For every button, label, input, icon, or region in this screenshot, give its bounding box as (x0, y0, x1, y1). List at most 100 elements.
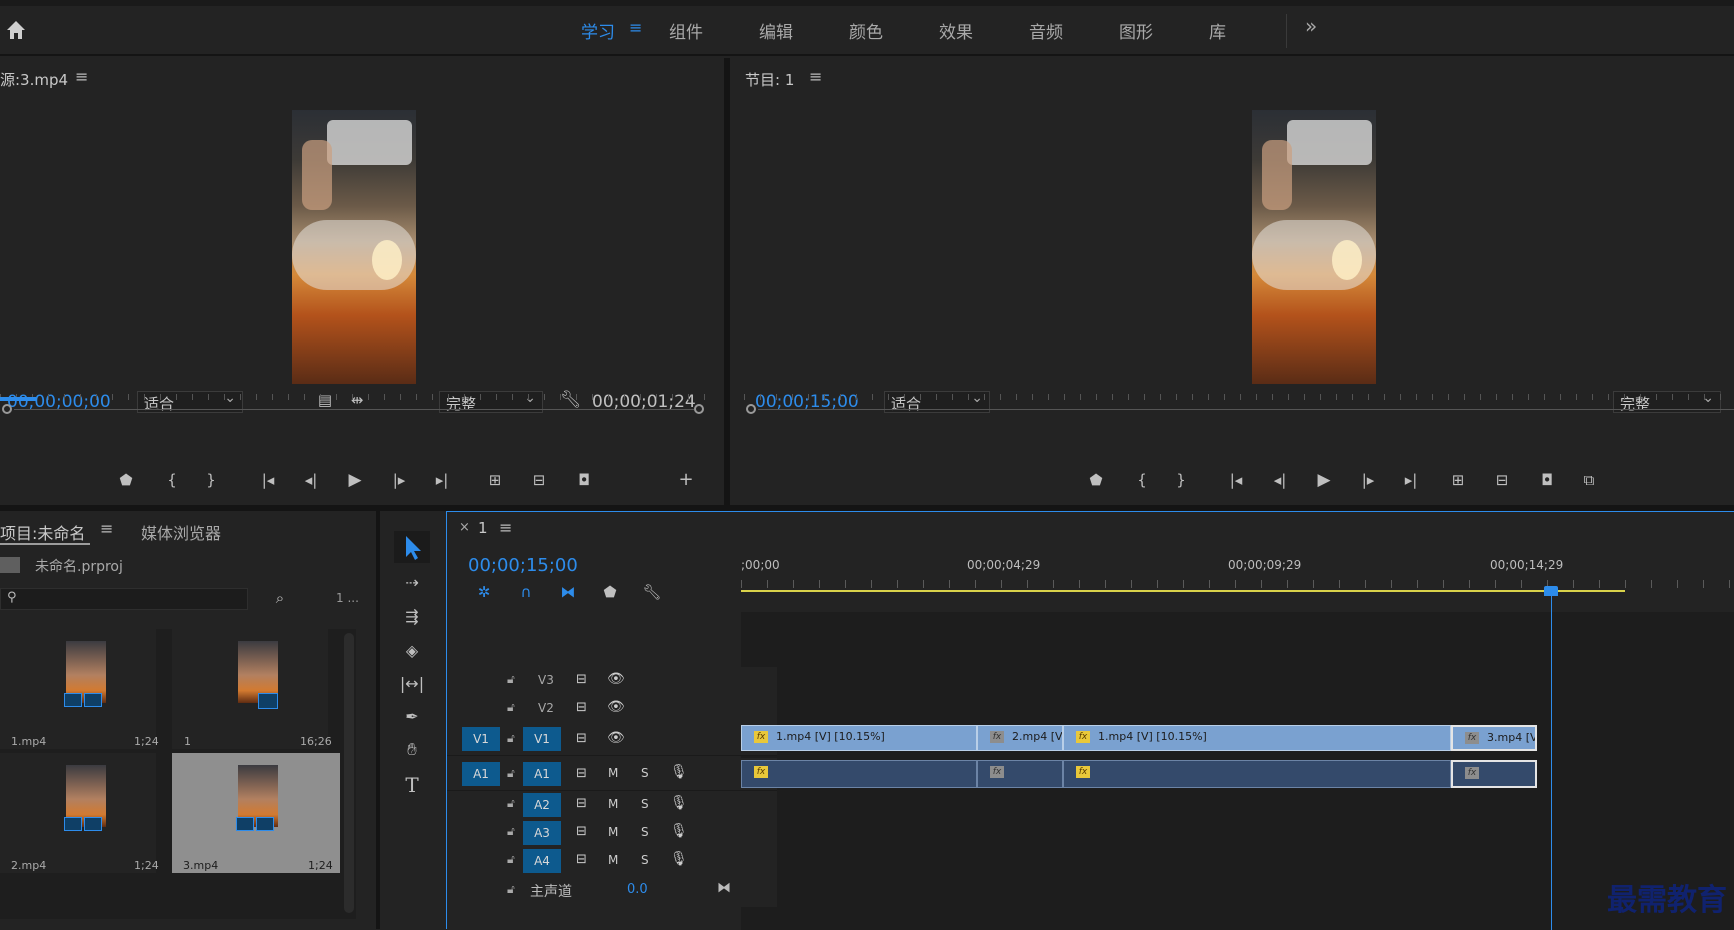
lock-icon[interactable]: 🔓︎ (507, 852, 515, 867)
source-monitor-title[interactable]: 源:3.mp4 (0, 69, 68, 90)
nest-icon[interactable]: ✲ (473, 583, 495, 601)
mark-in-icon[interactable]: { (162, 471, 182, 489)
workspace-tab-effects[interactable]: 效果 (939, 18, 973, 43)
sync-lock-icon[interactable]: ⊟ (576, 824, 587, 839)
search-input[interactable]: ⚲ (0, 588, 248, 610)
microphone-icon[interactable]: 🎙︎ (670, 851, 688, 867)
clip-video[interactable]: fx 1.mp4 [V] [10.15%] (741, 725, 977, 751)
wrench-icon[interactable]: 🔧︎ (641, 583, 663, 601)
mark-in-icon[interactable]: { (1132, 471, 1152, 489)
source-ruler[interactable] (0, 386, 710, 400)
snap-icon[interactable]: ∩ (515, 583, 537, 601)
microphone-icon[interactable]: 🎙︎ (670, 823, 688, 839)
mute-button[interactable]: M (608, 797, 618, 811)
lock-icon[interactable]: 🔓︎ (507, 672, 515, 687)
tab-project[interactable]: 项目:未命名 (0, 520, 85, 544)
clip-audio[interactable]: fx (741, 760, 977, 788)
solo-button[interactable]: S (641, 825, 649, 839)
clip-video-selected[interactable]: fx 3.mp4 [V (1451, 725, 1537, 751)
clip-audio[interactable]: fx (1063, 760, 1451, 788)
mute-button[interactable]: M (608, 853, 618, 867)
timeline-timecode[interactable]: 00;00;15;00 (468, 555, 578, 576)
sync-lock-icon[interactable]: ⊟ (576, 731, 587, 746)
clip-video[interactable]: fx 1.mp4 [V] [10.15%] (1063, 725, 1451, 751)
mute-button[interactable]: M (608, 766, 618, 780)
eye-icon[interactable]: 👁︎ (607, 671, 625, 687)
sync-lock-icon[interactable]: ⊟ (576, 852, 587, 867)
microphone-icon[interactable]: 🎙︎ (670, 795, 688, 811)
sync-lock-icon[interactable]: ⊟ (576, 700, 587, 715)
step-back-icon[interactable]: ◂| (300, 471, 322, 489)
extract-icon[interactable]: ⊟ (1489, 471, 1515, 489)
program-monitor-title[interactable]: 节目: 1 (745, 69, 794, 90)
workspace-tab-libraries[interactable]: 库 (1209, 18, 1226, 43)
project-item[interactable]: 1.mp4 1;24 (0, 629, 159, 749)
linked-selection-icon[interactable]: ⧓ (557, 583, 579, 601)
panel-menu-icon[interactable]: ≡ (809, 67, 822, 86)
slip-icon[interactable]: |↔| (398, 674, 426, 693)
step-forward-icon[interactable]: |▸ (388, 471, 410, 489)
track-target-a2[interactable]: A2 (523, 793, 561, 817)
selection-tool[interactable] (394, 531, 430, 563)
track-target-a1[interactable]: A1 (523, 762, 561, 786)
work-area-bar[interactable] (741, 590, 1625, 592)
eye-icon[interactable]: 👁︎ (607, 730, 625, 746)
workspace-tab-audio[interactable]: 音频 (1029, 18, 1063, 43)
track-target-v1[interactable]: V1 (523, 727, 561, 751)
track-select-icon[interactable]: ⇢ (400, 573, 424, 592)
solo-button[interactable]: S (641, 766, 649, 780)
jump-to-end-icon[interactable]: ⧓ (717, 880, 731, 896)
panel-menu-icon[interactable]: ≡ (75, 67, 88, 86)
workspace-tab-graphics[interactable]: 图形 (1119, 18, 1153, 43)
play-icon[interactable]: ▶ (1313, 470, 1335, 490)
home-icon[interactable] (4, 18, 28, 42)
mark-out-icon[interactable]: } (1171, 471, 1191, 489)
pen-icon[interactable]: ✒︎ (400, 707, 424, 726)
comparison-view-icon[interactable]: ⧉ (1577, 471, 1601, 489)
solo-button[interactable]: S (641, 797, 649, 811)
program-ruler[interactable] (744, 386, 1734, 400)
workspace-tab-color[interactable]: 颜色 (849, 18, 883, 43)
track-target-a3[interactable]: A3 (523, 821, 561, 845)
panel-menu-icon[interactable]: ≡ (100, 519, 113, 538)
export-frame-icon[interactable]: ◘ (1535, 471, 1559, 489)
program-zoom-scrollbar[interactable] (744, 404, 1734, 414)
workspace-tab-learn[interactable]: 学习 (581, 18, 615, 43)
panel-menu-icon[interactable]: ≡ (499, 518, 512, 537)
lock-icon[interactable]: 🔓︎ (507, 882, 515, 897)
lock-icon[interactable]: 🔓︎ (507, 824, 515, 839)
workspace-tab-assembly[interactable]: 组件 (669, 18, 703, 43)
type-icon[interactable]: T (400, 773, 424, 797)
insert-icon[interactable]: ⊞ (482, 471, 508, 489)
eye-icon[interactable]: 👁︎ (607, 699, 625, 715)
step-back-icon[interactable]: ◂| (1269, 471, 1291, 489)
sequence-tab[interactable]: 1 (478, 519, 488, 537)
clip-audio-selected[interactable]: fx (1451, 760, 1537, 788)
tab-media-browser[interactable]: 媒体浏览器 (141, 520, 221, 544)
source-zoom-scrollbar[interactable] (0, 404, 710, 414)
scrollbar[interactable] (344, 633, 354, 913)
microphone-icon[interactable]: 🎙︎ (670, 764, 688, 780)
time-ruler[interactable]: ;00;00 00;00;04;29 00;00;09;29 00;00;14;… (741, 552, 1734, 612)
lock-icon[interactable]: 🔓︎ (507, 731, 515, 746)
lock-icon[interactable]: 🔓︎ (507, 766, 515, 781)
overwrite-icon[interactable]: ⊟ (526, 471, 552, 489)
clip-video[interactable]: fx 2.mp4 [V] (977, 725, 1063, 751)
go-to-out-icon[interactable]: ▸| (430, 471, 454, 489)
project-item[interactable]: 2.mp4 1;24 (0, 753, 159, 873)
lift-icon[interactable]: ⊞ (1445, 471, 1471, 489)
add-marker-icon[interactable]: ⬟ (599, 583, 621, 601)
close-icon[interactable]: × (459, 520, 470, 535)
solo-button[interactable]: S (641, 853, 649, 867)
add-marker-icon[interactable]: ⬟ (116, 471, 136, 489)
clip-audio[interactable]: fx (977, 760, 1063, 788)
source-patch-v1[interactable]: V1 (462, 727, 500, 751)
sync-lock-icon[interactable]: ⊟ (576, 796, 587, 811)
project-item[interactable]: 1 16;26 (172, 629, 332, 749)
find-icon[interactable]: ⌕ (270, 589, 290, 607)
workspace-menu-icon[interactable]: ≡ (629, 18, 642, 37)
go-to-in-icon[interactable]: |◂ (1224, 471, 1248, 489)
mute-button[interactable]: M (608, 825, 618, 839)
track-target-a4[interactable]: A4 (523, 849, 561, 873)
lock-icon[interactable]: 🔓︎ (507, 796, 515, 811)
